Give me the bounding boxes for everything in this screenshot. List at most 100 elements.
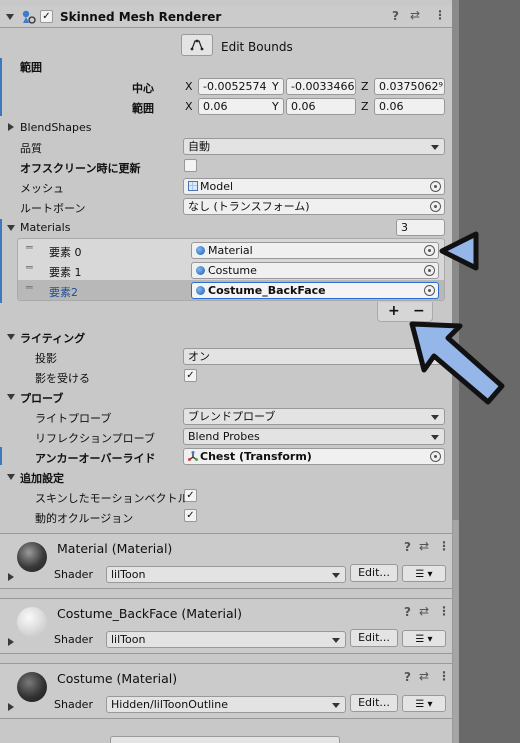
lighting-label[interactable]: ライティング — [20, 330, 85, 346]
component-title: Skinned Mesh Renderer — [60, 10, 222, 24]
additional-foldout-icon[interactable] — [7, 474, 15, 480]
materials-foldout-icon[interactable] — [7, 225, 15, 231]
extent-y-axis: Y — [272, 100, 279, 113]
mesh-field[interactable]: Model — [183, 178, 445, 195]
object-picker-icon[interactable] — [424, 245, 435, 256]
anchor-override-label: アンカーオーバーライド — [35, 452, 156, 465]
object-picker-icon[interactable] — [424, 265, 435, 276]
lighting-foldout-icon[interactable] — [7, 334, 15, 340]
center-z-field[interactable]: 0.0375062⁹ — [374, 78, 445, 95]
list-item-selected[interactable]: ═ 要素2 Costume_BackFace — [18, 280, 444, 300]
shader-value: Hidden/lilToonOutline — [111, 698, 228, 711]
foldout-icon[interactable] — [6, 14, 14, 20]
material-title: Costume_BackFace (Material) — [57, 606, 242, 621]
shader-menu-button[interactable]: ☰ ▾ — [402, 695, 446, 712]
material-title: Material (Material) — [57, 541, 173, 556]
help-icon[interactable]: ? — [392, 9, 399, 23]
object-picker-icon[interactable] — [430, 181, 441, 192]
edit-shader-button[interactable]: Edit... — [350, 564, 398, 582]
material-foldout-icon[interactable] — [8, 573, 14, 581]
menu-icon: ☰ ▾ — [415, 569, 433, 580]
preset-settings-icon[interactable]: ⇄ — [410, 8, 420, 22]
light-probe-label: ライトプローブ — [35, 412, 112, 425]
drag-handle-icon[interactable]: ═ — [26, 281, 33, 294]
list-item[interactable]: ═ 要素 1 Costume — [18, 260, 444, 280]
shader-label: Shader — [54, 568, 93, 581]
edit-shader-button[interactable]: Edit... — [350, 694, 398, 712]
materials-list: ═ 要素 0 Material ═ 要素 1 Costume ═ 要素2 Cos… — [17, 238, 445, 301]
quality-dropdown[interactable]: 自動 — [183, 138, 445, 155]
material-object-field[interactable]: Costume — [191, 262, 439, 279]
shader-menu-button[interactable]: ☰ ▾ — [402, 565, 446, 582]
preset-settings-icon[interactable]: ⇄ — [419, 539, 429, 553]
probes-foldout-icon[interactable] — [7, 394, 15, 400]
blendshapes-label[interactable]: BlendShapes — [20, 121, 92, 134]
edit-shader-button[interactable]: Edit... — [350, 629, 398, 647]
dynamic-occlusion-checkbox[interactable]: ✓ — [184, 509, 197, 522]
material-inspector: Costume (Material) ? ⇄ ⋮ Shader Hidden/l… — [0, 663, 452, 719]
extent-label: 範囲 — [132, 102, 154, 115]
additional-settings-label[interactable]: 追加設定 — [20, 470, 64, 486]
add-element-button[interactable]: + — [388, 303, 400, 319]
motion-vectors-checkbox[interactable]: ✓ — [184, 489, 197, 502]
reflection-probe-value: Blend Probes — [188, 430, 260, 443]
center-label: 中心 — [132, 82, 154, 95]
root-bone-value: なし (トランスフォーム) — [188, 200, 310, 213]
object-picker-icon[interactable] — [430, 201, 441, 212]
more-menu-icon[interactable]: ⋮ — [438, 669, 450, 683]
bounds-modified-bar — [0, 58, 2, 116]
reflection-probe-dropdown[interactable]: Blend Probes — [183, 428, 445, 445]
inspector-panel: ✓ Skinned Mesh Renderer ? ⇄ ⋮ Edit Bound… — [0, 0, 452, 743]
material-object-field[interactable]: Material — [191, 242, 439, 259]
quality-label: 品質 — [20, 142, 42, 155]
receive-shadows-checkbox[interactable]: ✓ — [184, 369, 197, 382]
materials-label[interactable]: Materials — [20, 221, 70, 234]
shader-dropdown[interactable]: Hidden/lilToonOutline — [106, 696, 346, 713]
offscreen-checkbox[interactable] — [184, 159, 197, 172]
extent-x-axis: X — [185, 100, 193, 113]
drag-handle-icon[interactable]: ═ — [26, 261, 33, 274]
preset-settings-icon[interactable]: ⇄ — [419, 604, 429, 618]
material-preview — [17, 672, 47, 702]
material-icon — [196, 246, 205, 255]
more-menu-icon[interactable]: ⋮ — [434, 8, 446, 22]
shader-menu-button[interactable]: ☰ ▾ — [402, 630, 446, 647]
more-menu-icon[interactable]: ⋮ — [438, 539, 450, 553]
material-foldout-icon[interactable] — [8, 638, 14, 646]
light-probe-dropdown[interactable]: ブレンドプローブ — [183, 408, 445, 425]
help-icon[interactable]: ? — [404, 670, 411, 684]
root-bone-field[interactable]: なし (トランスフォーム) — [183, 198, 445, 215]
extent-z-field[interactable]: 0.06 — [374, 98, 445, 115]
reflection-probe-label: リフレクションプローブ — [35, 432, 156, 445]
probes-label[interactable]: プローブ — [20, 390, 63, 406]
anchor-override-field[interactable]: Chest (Transform) — [183, 448, 445, 465]
add-component-button[interactable] — [110, 736, 340, 743]
chevron-down-icon — [431, 435, 439, 440]
help-icon[interactable]: ? — [404, 605, 411, 619]
material-foldout-icon[interactable] — [8, 703, 14, 711]
mesh-icon — [188, 181, 198, 191]
component-header[interactable]: ✓ Skinned Mesh Renderer ? ⇄ ⋮ — [0, 6, 452, 28]
material-icon — [196, 286, 205, 295]
drag-handle-icon[interactable]: ═ — [26, 241, 33, 254]
help-icon[interactable]: ? — [404, 540, 411, 554]
list-item[interactable]: ═ 要素 0 Material — [18, 240, 444, 260]
component-enabled-checkbox[interactable]: ✓ — [40, 10, 53, 23]
shader-dropdown[interactable]: lilToon — [106, 566, 346, 583]
blendshapes-foldout-icon[interactable] — [8, 123, 14, 131]
object-picker-icon[interactable] — [430, 451, 441, 462]
more-menu-icon[interactable]: ⋮ — [438, 604, 450, 618]
preset-settings-icon[interactable]: ⇄ — [419, 669, 429, 683]
shader-dropdown[interactable]: lilToon — [106, 631, 346, 648]
edit-bounds-button[interactable] — [181, 34, 213, 56]
material-object-field[interactable]: Costume_BackFace — [191, 282, 439, 299]
center-z-axis: Z — [361, 80, 369, 93]
edit-bounds-label: Edit Bounds — [221, 40, 293, 54]
extent-y-field[interactable]: 0.06 — [286, 98, 356, 115]
center-y-field[interactable]: -0.0033466 — [286, 78, 356, 95]
root-bone-label: ルートボーン — [20, 202, 86, 215]
extent-z-axis: Z — [361, 100, 369, 113]
object-picker-icon[interactable] — [424, 285, 435, 296]
element-label: 要素 1 — [49, 266, 82, 279]
chevron-down-icon — [431, 145, 439, 150]
